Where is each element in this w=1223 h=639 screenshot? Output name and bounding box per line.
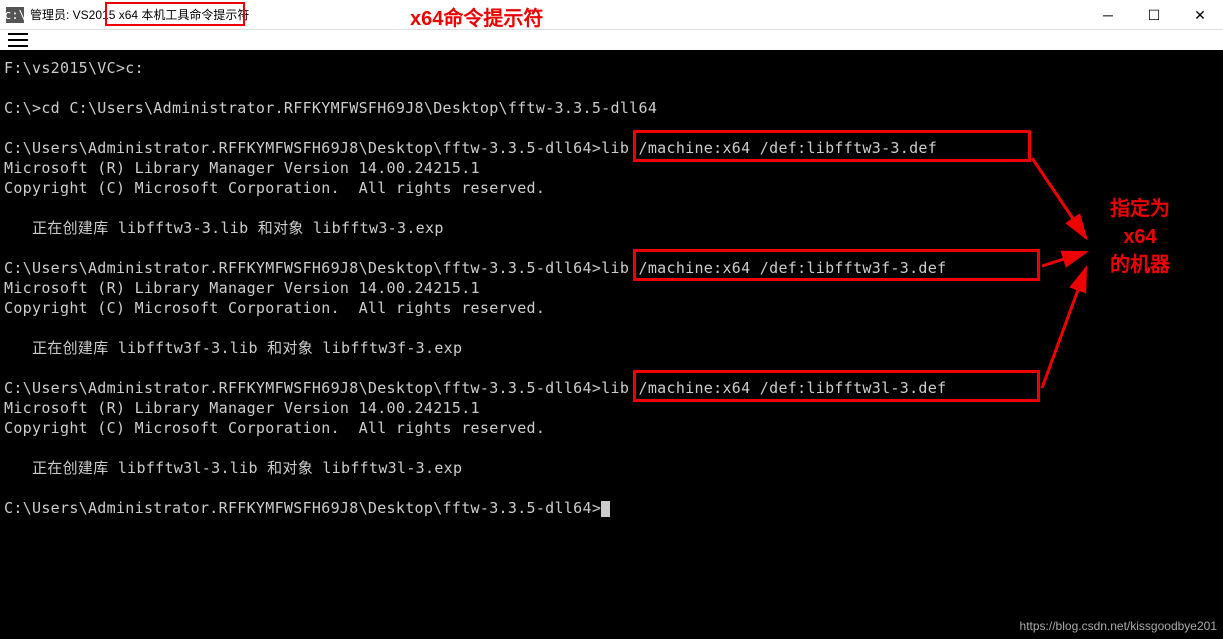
menu-icon[interactable] — [8, 33, 28, 47]
annotation-side-text: 指定为 x64 的机器 — [1090, 195, 1190, 279]
cmd-icon: c:\ — [6, 7, 24, 23]
watermark-text: https://blog.csdn.net/kissgoodbye201 — [1020, 619, 1217, 633]
window-controls: ─ ☐ ✕ — [1085, 0, 1223, 30]
annotation-title-label: x64命令提示符 — [410, 2, 543, 31]
window-title: 管理员: VS2015 x64 本机工具命令提示符 — [30, 6, 249, 23]
close-button[interactable]: ✕ — [1177, 0, 1223, 30]
terminal-output[interactable]: F:\vs2015\VC>c: C:\>cd C:\Users\Administ… — [0, 50, 1223, 639]
minimize-button[interactable]: ─ — [1085, 0, 1131, 30]
annotation-side-line3: 的机器 — [1090, 251, 1190, 279]
terminal-text: F:\vs2015\VC>c: C:\>cd C:\Users\Administ… — [4, 59, 946, 517]
window-titlebar: c:\ 管理员: VS2015 x64 本机工具命令提示符 x64命令提示符 ─… — [0, 0, 1223, 30]
maximize-button[interactable]: ☐ — [1131, 0, 1177, 30]
top-strip — [0, 30, 1223, 50]
terminal-cursor — [601, 501, 610, 517]
annotation-side-line2: x64 — [1090, 223, 1190, 251]
annotation-side-line1: 指定为 — [1090, 195, 1190, 223]
